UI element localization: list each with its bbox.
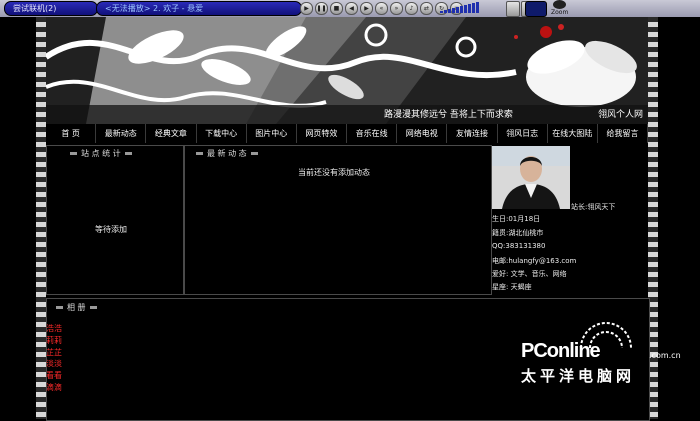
watermark-brand: PConline	[521, 340, 601, 362]
banner-motto: 路漫漫其修远兮 吾将上下而求索	[384, 110, 513, 120]
nav-latest-news[interactable]: 最新动态	[96, 124, 147, 143]
site-stats-panel	[46, 145, 184, 295]
stop-icon[interactable]: ■	[330, 2, 343, 15]
watermark-chinese: 太平洋电脑网	[521, 367, 636, 385]
album-title: 相 册	[52, 302, 101, 313]
owner-photo	[492, 146, 570, 209]
album-link[interactable]: 看看	[46, 370, 62, 382]
forward-icon[interactable]: »	[390, 2, 403, 15]
profile-qq: QQ:383131380	[492, 242, 546, 250]
site-stats-title: 站 点 统 计	[66, 148, 136, 159]
latest-news-body: 当前还没有添加动态	[298, 168, 370, 177]
nav-pictures[interactable]: 图片中心	[247, 124, 297, 143]
previous-icon[interactable]: ◀	[345, 2, 358, 15]
nav-downloads[interactable]: 下载中心	[197, 124, 247, 143]
profile-birthday: 生日:01月18日	[492, 215, 541, 223]
playback-controls: ▶ ❚❚ ■ ◀ ▶ « » ♪ ⇄ ↻ ≡	[300, 2, 463, 15]
header-banner	[46, 17, 648, 124]
profile-origin: 籍贯:湖北仙桃市	[492, 229, 544, 237]
mute-icon[interactable]: ♪	[405, 2, 418, 15]
connection-status-tab[interactable]: 尝试联机(2)	[4, 1, 98, 16]
play-icon[interactable]: ▶	[300, 2, 313, 15]
main-nav: 首 页 最新动态 经典文章 下载中心 图片中心 网页特效 音乐在线 网络电视 友…	[46, 124, 649, 143]
banner-site-name: 翎风个人网	[598, 110, 644, 120]
shuffle-icon[interactable]: ⇄	[420, 2, 433, 15]
media-player-bar: 尝试联机(2) <无法播放> 2. 欢子 - 悬爱 ▶ ❚❚ ■ ◀ ▶ « »…	[0, 0, 700, 17]
nav-home[interactable]: 首 页	[46, 124, 97, 143]
player-logo: Zoom	[551, 0, 568, 16]
pconline-watermark: PConline .com.cn 太平洋电脑网	[521, 320, 681, 385]
profile-email[interactable]: 电邮:hulangfy@163.com	[492, 256, 576, 266]
nav-music[interactable]: 音乐在线	[347, 124, 398, 143]
profile-sign: 星座: 天蝎座	[492, 283, 532, 291]
menu-button[interactable]	[506, 1, 520, 17]
nav-friend-links[interactable]: 友情连接	[447, 124, 498, 143]
album-link[interactable]: 浩浩	[46, 323, 62, 335]
floral-banner-art	[46, 17, 648, 124]
nav-online-gallery[interactable]: 在线大图陆	[548, 124, 598, 143]
volume-slider[interactable]	[440, 2, 500, 13]
nav-blog[interactable]: 翎风日志	[498, 124, 548, 143]
film-strip-left	[36, 17, 46, 419]
watermark-domain: .com.cn	[649, 351, 681, 360]
album-link[interactable]: 芷芷	[46, 347, 62, 359]
latest-news-title: 最 新 动 态	[192, 148, 262, 159]
next-icon[interactable]: ▶	[360, 2, 373, 15]
nav-classic-articles[interactable]: 经典文章	[146, 124, 197, 143]
rewind-icon[interactable]: «	[375, 2, 388, 15]
album-link[interactable]: 莉莉	[46, 335, 62, 347]
album-link[interactable]: 淡淡	[46, 358, 62, 370]
now-playing-display[interactable]: <无法播放> 2. 欢子 - 悬爱	[96, 1, 302, 16]
site-stats-body: 等待添加	[95, 225, 127, 234]
nav-web-tv[interactable]: 网络电视	[397, 124, 448, 143]
nav-guestbook[interactable]: 给我留言	[598, 124, 649, 143]
visualizer-button[interactable]	[525, 1, 547, 17]
album-link-list: 浩浩 莉莉 芷芷 淡淡 看看 滴滴	[46, 323, 62, 394]
nav-web-effects[interactable]: 网页特效	[297, 124, 348, 143]
profile-hobby: 爱好: 文学、音乐、网络	[492, 270, 567, 278]
pause-icon[interactable]: ❚❚	[315, 2, 328, 15]
album-link[interactable]: 滴滴	[46, 382, 62, 394]
profile-owner: 站长:翎风天下	[571, 203, 616, 211]
